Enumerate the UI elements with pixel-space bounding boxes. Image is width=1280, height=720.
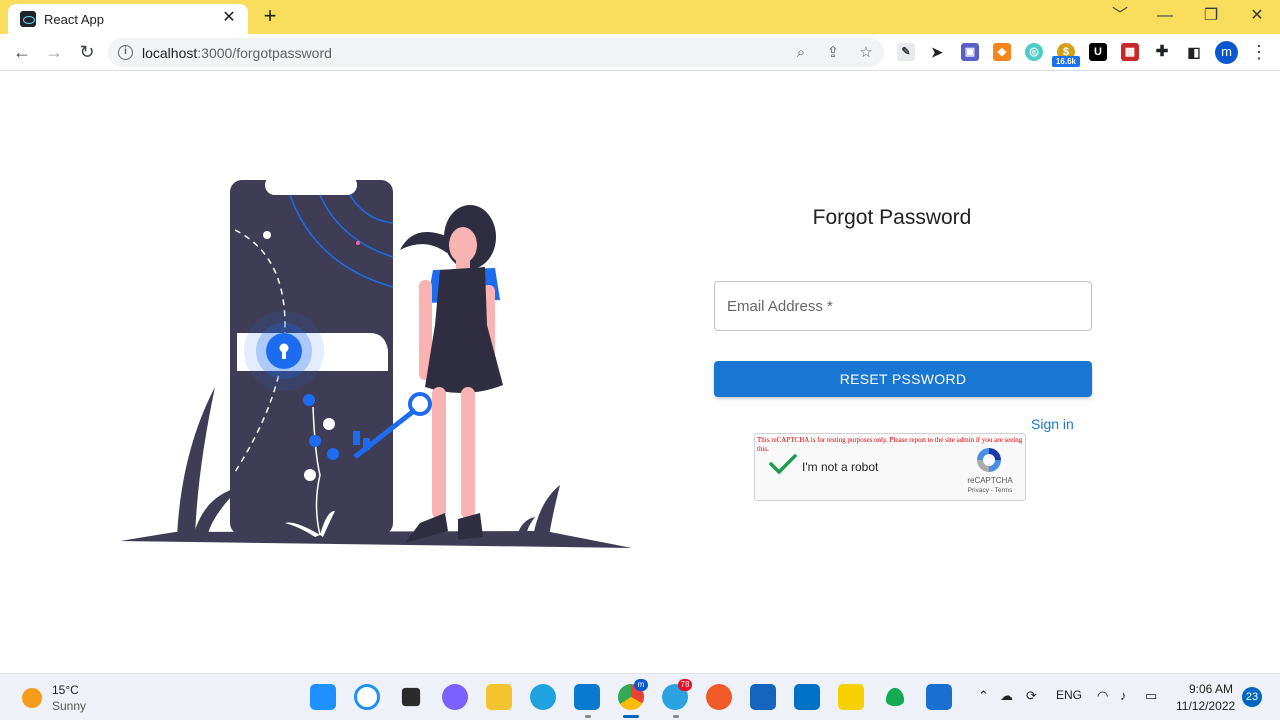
search-icon[interactable]	[354, 684, 380, 710]
clock-date[interactable]: 11/12/2022	[1176, 699, 1235, 713]
browser-toolbar: ← → ↻ i localhost:3000/forgotpassword ⌕ …	[0, 34, 1280, 71]
browser-tab[interactable]: React App ✕	[8, 4, 248, 34]
notification-count-badge[interactable]: 23	[1242, 687, 1262, 707]
red-extension-icon[interactable]: ▦	[1121, 43, 1139, 61]
edge-browser-icon[interactable]	[530, 684, 556, 710]
reset-password-button[interactable]: RESET PSSWORD	[714, 361, 1092, 397]
recaptcha-brand: reCAPTCHA	[967, 476, 1013, 485]
bookmark-star-icon[interactable]: ☆	[855, 42, 877, 64]
weather-condition[interactable]: Sunny	[52, 699, 86, 713]
tray-chevron-icon[interactable]: ⌃	[978, 688, 989, 704]
wallet-extension-icon[interactable]: ◎	[1025, 43, 1043, 61]
chrome-profile-badge: m	[634, 679, 648, 691]
back-arrow-icon[interactable]: ←	[9, 39, 35, 65]
recaptcha-label: I'm not a robot	[802, 460, 879, 474]
more-menu-icon[interactable]: ⋮	[1246, 39, 1272, 65]
onedrive-cloud-icon[interactable]: ☁	[1000, 688, 1013, 704]
screenshot-extension-icon[interactable]: ▣	[961, 43, 979, 61]
profile-avatar[interactable]: m	[1215, 41, 1238, 64]
clock-time[interactable]: 9:06 AM	[1189, 682, 1233, 696]
address-bar[interactable]: i localhost:3000/forgotpassword ⌕ ⇪ ☆	[108, 38, 884, 67]
tab-strip: React App ✕ + ﹀ — ❐ ✕	[0, 0, 1280, 34]
recaptcha-widget: This reCAPTCHA is for testing purposes o…	[754, 433, 1026, 501]
start-menu-icon[interactable]	[310, 684, 336, 710]
side-panel-icon[interactable]: ◧	[1185, 43, 1203, 61]
telegram-running-indicator	[673, 715, 679, 718]
task-view-icon[interactable]	[401, 687, 421, 707]
site-info-icon[interactable]: i	[118, 45, 133, 60]
file-explorer-icon[interactable]	[486, 684, 512, 710]
tab-close-icon[interactable]: ✕	[220, 9, 238, 27]
reload-icon[interactable]: ↻	[74, 39, 100, 65]
new-tab-button[interactable]: +	[258, 4, 282, 28]
wifi-icon[interactable]: ◠	[1097, 688, 1108, 704]
sync-icon[interactable]: ⟳	[1026, 688, 1037, 704]
postman-icon[interactable]	[706, 684, 732, 710]
zoom-icon[interactable]: ⌕	[790, 42, 812, 64]
restore-button[interactable]: ❐	[1191, 4, 1231, 28]
extension-badge: 16.6k	[1052, 56, 1080, 67]
forward-arrow-icon[interactable]: →	[41, 39, 67, 65]
close-window-button[interactable]: ✕	[1237, 4, 1277, 28]
url-text: localhost:3000/forgotpassword	[142, 45, 332, 61]
react-favicon-icon	[20, 11, 36, 27]
recaptcha-checkmark-icon[interactable]	[769, 454, 797, 474]
vscode-running-indicator	[585, 715, 591, 718]
sun-icon[interactable]	[22, 688, 42, 708]
recaptcha-terms-link[interactable]: Privacy - Terms	[959, 487, 1021, 494]
tab-title: React App	[44, 12, 104, 27]
vscode-icon[interactable]	[574, 684, 600, 710]
cursor-extension-icon[interactable]: ➤	[928, 43, 946, 61]
forgot-password-illustration	[120, 175, 632, 548]
share-icon[interactable]: ⇪	[822, 42, 844, 64]
windows-taskbar: 15°C Sunny m 78 ⌃ ☁ ⟳ ENG ◠ ♪ ▭ 9:06 AM …	[0, 673, 1280, 720]
volume-icon[interactable]: ♪	[1120, 688, 1127, 703]
mail-icon[interactable]	[794, 684, 820, 710]
minimize-button[interactable]: —	[1145, 4, 1185, 28]
input-language[interactable]: ENG	[1056, 688, 1082, 702]
telegram-unread-badge: 78	[678, 679, 692, 691]
recaptcha-logo-icon	[977, 448, 1001, 472]
weather-temperature[interactable]: 15°C	[52, 683, 79, 697]
chrome-active-indicator	[623, 715, 639, 718]
media-player-icon[interactable]	[838, 684, 864, 710]
teams-chat-icon[interactable]	[442, 684, 468, 710]
extensions-puzzle-icon[interactable]: ✚	[1153, 43, 1171, 61]
page-title: Forgot Password	[812, 206, 972, 229]
email-field[interactable]: Email Address *	[714, 281, 1092, 331]
sign-in-link[interactable]: Sign in	[1031, 416, 1074, 432]
email-field-label: Email Address *	[727, 298, 833, 315]
metamask-extension-icon[interactable]: ◆	[993, 43, 1011, 61]
eyedropper-extension-icon[interactable]: ✎	[897, 43, 915, 61]
remote-desktop-icon[interactable]	[750, 684, 776, 710]
battery-icon[interactable]: ▭	[1145, 688, 1157, 704]
u-extension-icon[interactable]: U	[1089, 43, 1107, 61]
microsoft-store-icon[interactable]	[926, 684, 952, 710]
tab-search-icon[interactable]: ﹀	[1100, 4, 1140, 28]
mongodb-icon[interactable]	[885, 687, 905, 707]
